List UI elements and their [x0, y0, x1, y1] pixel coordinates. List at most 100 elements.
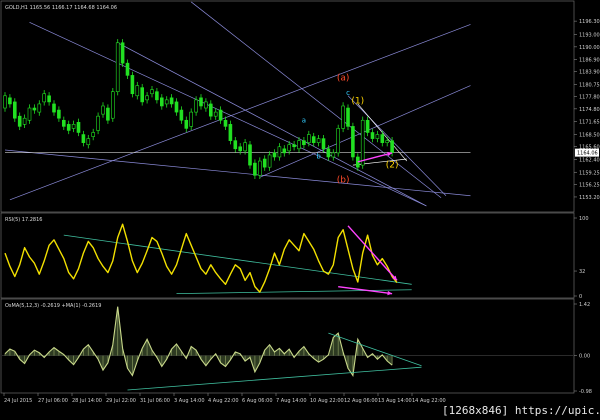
candle-body [17, 115, 22, 127]
candle-body [91, 132, 95, 137]
candle-body [111, 91, 115, 119]
candle-body [204, 101, 208, 109]
rsi-panel-title: RSI(5) 17.2816 [5, 217, 42, 223]
price-axis-label: 1153.20 [579, 195, 600, 201]
candle-body [385, 140, 390, 143]
price-axis-label: 1171.65 [579, 120, 600, 126]
candle-body [13, 101, 17, 119]
price-panel-title: GOLD,H1 1165.56 1166.17 1164.68 1164.06 [5, 5, 117, 11]
candle-body [272, 152, 277, 158]
candle-body [257, 160, 262, 176]
candle-body [243, 142, 247, 152]
rsi-axis-label: 100 [579, 216, 589, 222]
candle-body [66, 124, 71, 131]
price-axis-label: 1156.25 [579, 183, 600, 189]
osma-axis-label: 1.42 [579, 302, 590, 308]
candle-body [336, 128, 341, 154]
time-axis-label: 29 Jul 22:00 [106, 398, 136, 404]
candle-body [199, 97, 203, 107]
upic-watermark: [1268x846] https://upic.me/ [442, 404, 600, 417]
candle-body [86, 138, 91, 146]
price-axis-label: 1162.40 [579, 157, 600, 163]
candle-body [218, 109, 223, 121]
osma-panel-title: OsMA(5,12,3) -0.2619 +MA(1) -0.2619 [5, 303, 101, 309]
candle-body [233, 140, 238, 150]
time-axis-label: 28 Jul 14:00 [72, 398, 102, 404]
osma-axis-label: -0.98 [579, 389, 592, 395]
candle-body [130, 75, 135, 95]
candle-body [22, 117, 27, 125]
time-axis-label: 10 Aug 22:00 [310, 398, 344, 404]
time-axis-label: 7 Aug 14:00 [276, 398, 307, 404]
price-axis-label: 1180.75 [579, 83, 600, 89]
candle-body [209, 103, 213, 117]
candle-body [140, 87, 144, 103]
candle-body [101, 105, 105, 115]
wave-label: a [302, 116, 306, 124]
candle-body [297, 140, 301, 150]
time-axis-label: 13 Aug 14:00 [378, 398, 412, 404]
candle-body [57, 109, 61, 119]
time-axis-label: 14 Aug 22:00 [412, 398, 446, 404]
time-axis-label: 6 Aug 06:00 [242, 398, 273, 404]
time-axis-label: 3 Aug 14:00 [174, 398, 205, 404]
candle-body [115, 42, 120, 93]
price-axis-label: 1193.00 [579, 33, 600, 39]
candle-body [341, 105, 345, 129]
candle-body [61, 119, 66, 127]
price-axis-label: 1190.00 [579, 45, 600, 51]
candle-body [321, 138, 326, 150]
candle-body [238, 146, 242, 152]
wave-label: b [316, 153, 321, 161]
price-axis-label: 1177.80 [579, 95, 600, 101]
candle-body [375, 134, 380, 139]
wave-label: (a) [337, 73, 350, 83]
candle-body [47, 95, 51, 103]
trading-terminal-chart: GOLD,H1 1165.56 1166.17 1164.68 1164.06 … [0, 0, 600, 420]
candle-body [316, 138, 321, 143]
chart-background [0, 0, 600, 420]
candle-body [135, 85, 140, 97]
candle-body [3, 95, 7, 109]
candle-body [267, 154, 272, 168]
candle-body [96, 115, 100, 131]
wave-label: (2) [386, 161, 399, 171]
candle-body [306, 134, 311, 143]
candle-body [145, 95, 149, 101]
candle-body [390, 140, 394, 153]
candle-body [155, 91, 159, 101]
rsi-axis-label: 32 [579, 269, 585, 275]
candle-body [52, 103, 56, 113]
candle-body [32, 107, 37, 111]
candle-body [351, 126, 355, 158]
candle-body [8, 97, 12, 105]
candle-body [277, 146, 282, 158]
candle-body [380, 134, 385, 143]
candle-body [282, 148, 287, 154]
price-axis-label: 1174.80 [579, 107, 600, 113]
candle-body [106, 107, 110, 121]
osma-axis-label: 0.00 [579, 354, 590, 360]
price-axis-label: 1168.50 [579, 133, 600, 139]
candle-body [164, 99, 169, 105]
candle-body [370, 132, 375, 139]
wave-label: (b) [337, 176, 350, 186]
time-axis-label: 4 Aug 22:00 [208, 398, 239, 404]
candle-body [150, 89, 154, 95]
candle-body [248, 144, 252, 166]
candle-body [169, 97, 174, 105]
candle-body [311, 136, 316, 143]
candle-body [174, 101, 179, 113]
price-axis-label: 1196.30 [579, 19, 600, 25]
price-axis-label: 1186.90 [579, 57, 600, 63]
candle-body [213, 111, 218, 117]
candle-body [184, 119, 189, 129]
candle-body [326, 148, 331, 158]
candle-body [194, 99, 198, 113]
candle-body [125, 62, 130, 76]
candle-body [189, 111, 193, 127]
candle-body [81, 134, 86, 143]
candle-body [42, 93, 47, 103]
candle-body [160, 97, 164, 107]
candle-body [292, 144, 296, 148]
